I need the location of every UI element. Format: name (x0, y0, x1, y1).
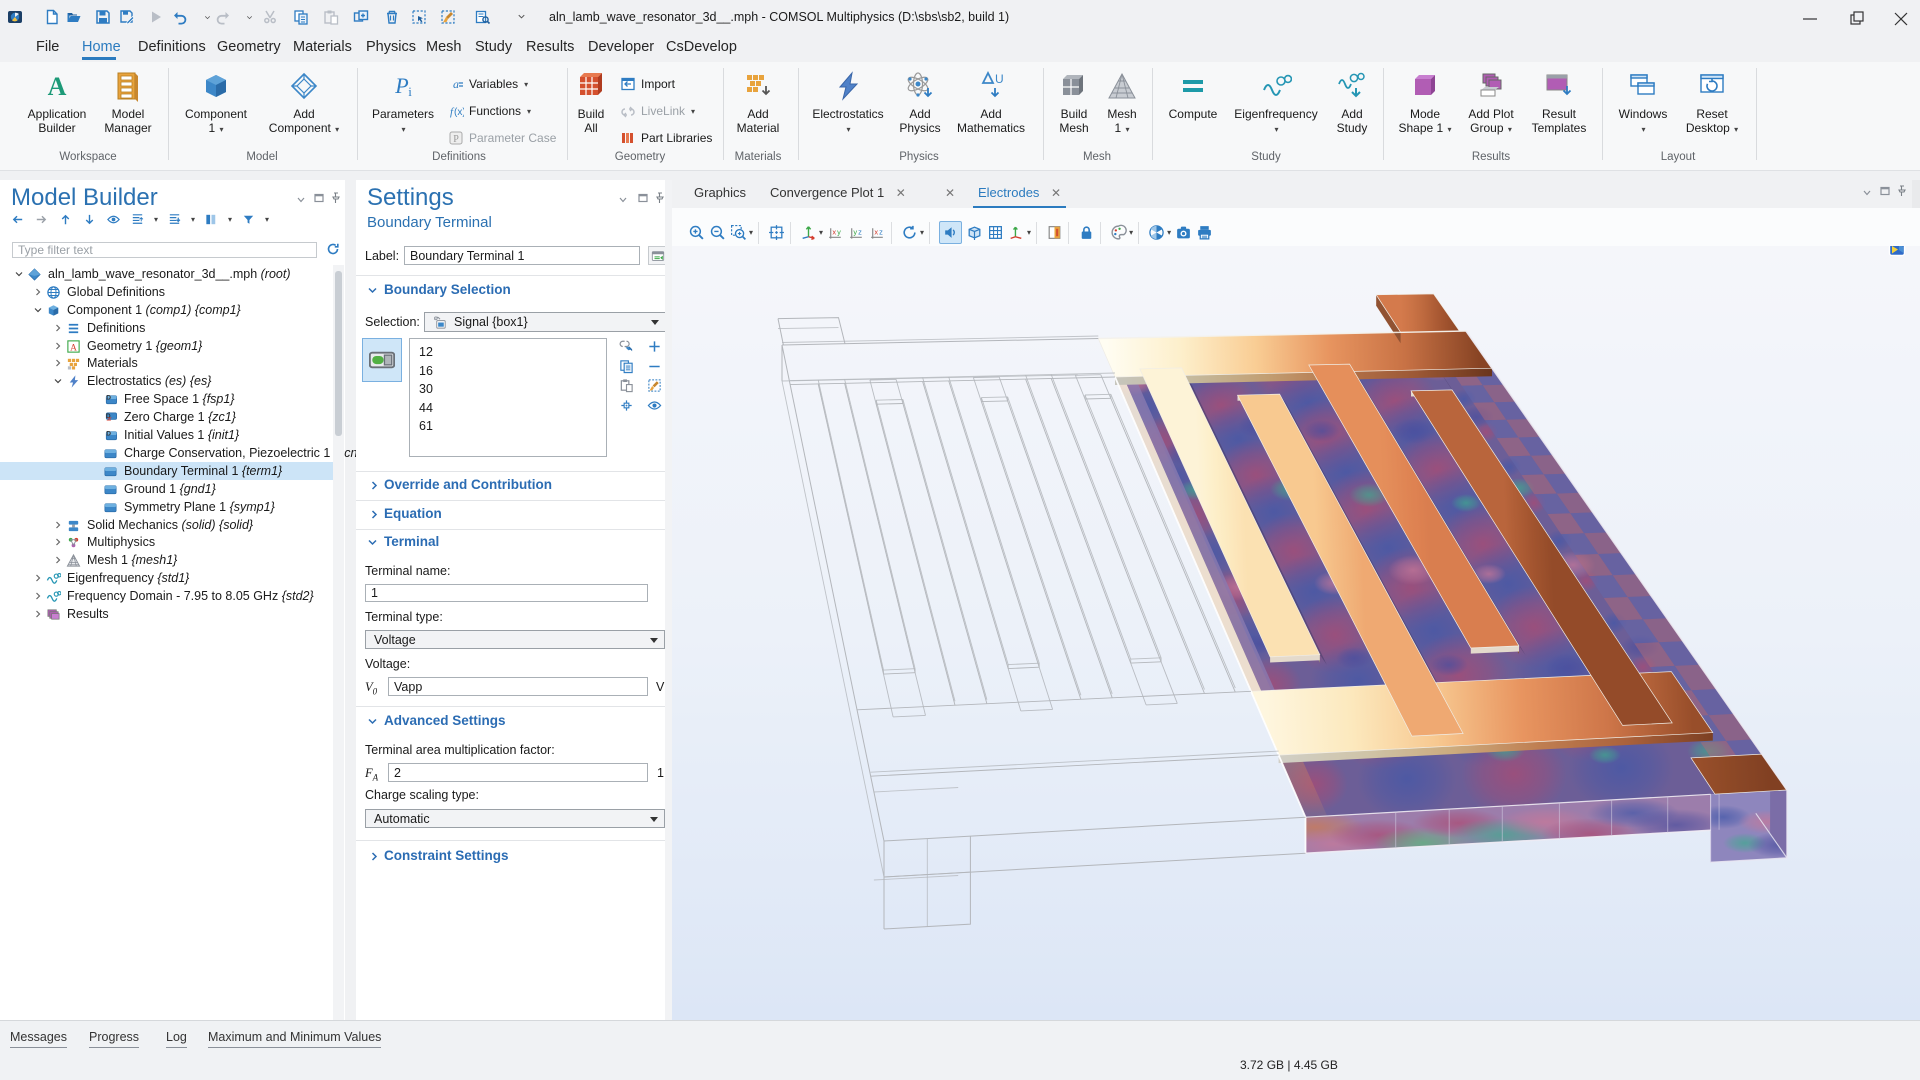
svg-text:A: A (70, 343, 77, 353)
svg-text:P: P (453, 134, 459, 145)
svg-text:P: P (394, 73, 408, 98)
svg-text:(x): (x) (454, 107, 464, 118)
svg-text:D: D (106, 412, 111, 419)
svg-text:A: A (48, 72, 67, 101)
svg-text:D: D (106, 430, 111, 437)
svg-text:z: z (858, 228, 862, 237)
svg-text:y: y (853, 228, 857, 237)
svg-text:U: U (995, 72, 1004, 86)
svg-text:x: x (874, 228, 878, 237)
svg-text:i: i (408, 84, 412, 99)
svg-text:D: D (106, 394, 111, 401)
svg-text:x: x (832, 228, 836, 237)
svg-text:a: a (453, 77, 459, 91)
svg-text:y: y (837, 228, 841, 237)
svg-text:z: z (879, 228, 883, 237)
